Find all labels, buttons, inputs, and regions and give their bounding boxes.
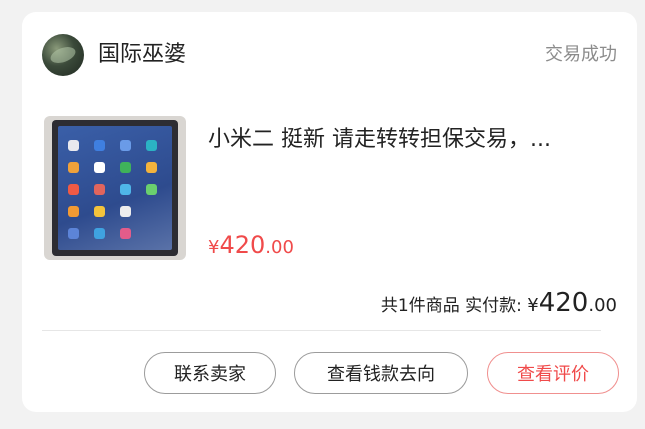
seller-avatar[interactable] xyxy=(42,34,84,76)
view-review-button[interactable]: 查看评价 xyxy=(487,352,619,394)
item-price-decimal: .00 xyxy=(265,237,294,258)
summary-price-decimal: .00 xyxy=(588,295,617,316)
contact-seller-button[interactable]: 联系卖家 xyxy=(144,352,276,394)
order-summary: 共1件商品 实付款: ¥420.00 xyxy=(381,288,617,321)
order-card[interactable]: 国际巫婆 交易成功 小米二 挺新 请走转转担保交易，... ¥420.00 共1… xyxy=(22,12,637,412)
order-status: 交易成功 xyxy=(545,44,617,65)
item-price-integer: 420 xyxy=(219,231,266,259)
item-price-symbol: ¥ xyxy=(208,237,220,258)
tablet-screen xyxy=(58,126,172,250)
tablet-image xyxy=(52,120,178,256)
divider xyxy=(42,330,601,331)
product-title[interactable]: 小米二 挺新 请走转转担保交易，... xyxy=(208,124,613,156)
summary-price-integer: 420 xyxy=(538,288,589,318)
view-money-flow-button[interactable]: 查看钱款去向 xyxy=(294,352,468,394)
summary-price-symbol: ¥ xyxy=(527,295,539,316)
product-thumbnail[interactable] xyxy=(44,116,186,260)
item-price: ¥420.00 xyxy=(208,230,294,263)
summary-label: 共1件商品 实付款: xyxy=(380,296,528,316)
seller-name[interactable]: 国际巫婆 xyxy=(98,40,186,70)
